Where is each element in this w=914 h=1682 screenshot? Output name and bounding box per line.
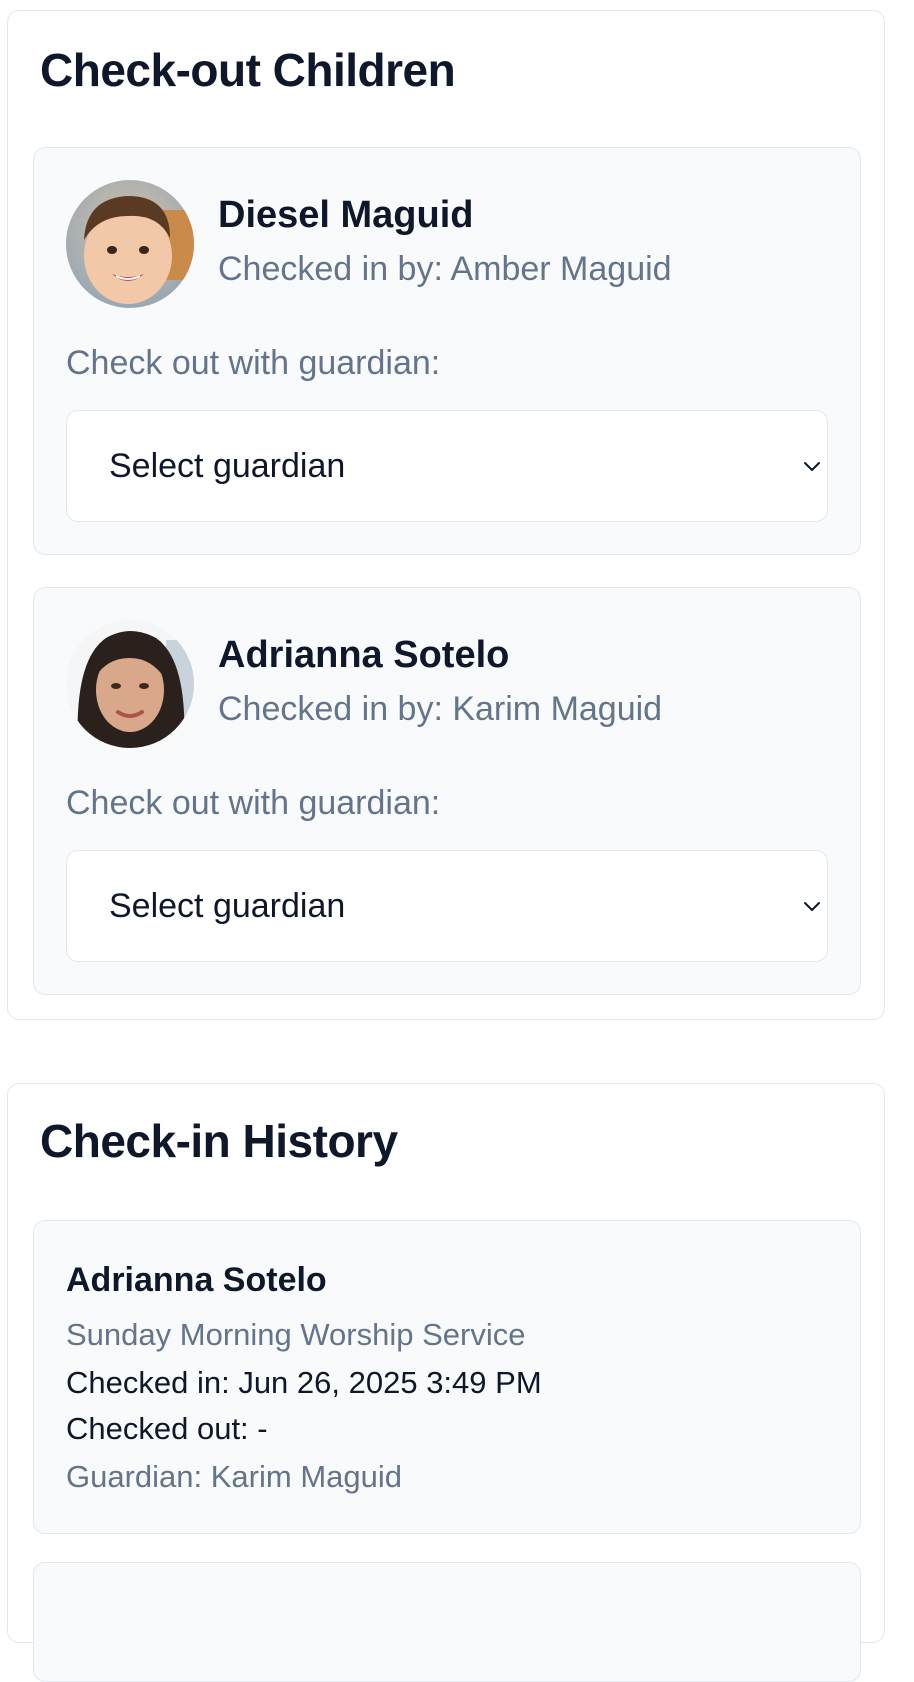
chevron-down-icon	[804, 462, 820, 471]
guardian-select-value: Select guardian	[109, 887, 346, 925]
history-entry	[33, 1562, 861, 1682]
chevron-down-icon	[804, 902, 820, 911]
guardian-select-label: Check out with guardian:	[66, 344, 441, 382]
child-avatar	[66, 620, 194, 748]
checked-in-by-text: Checked in by: Amber Maguid	[218, 250, 672, 288]
history-entry: Adrianna Sotelo Sunday Morning Worship S…	[33, 1220, 861, 1534]
history-checked-in: Checked in: Jun 26, 2025 3:49 PM	[66, 1365, 542, 1400]
child-photo-icon	[66, 620, 194, 748]
checkin-history-section: Check-in History Adrianna Sotelo Sunday …	[7, 1083, 885, 1682]
history-child-name: Adrianna Sotelo	[66, 1261, 327, 1299]
history-title: Check-in History	[40, 1115, 398, 1167]
checkout-title: Check-out Children	[40, 44, 456, 96]
child-card: Diesel Maguid Checked in by: Amber Magui…	[33, 147, 861, 555]
child-avatar	[66, 180, 194, 308]
guardian-select[interactable]: Select guardian	[66, 850, 828, 962]
checked-in-by-text: Checked in by: Karim Maguid	[218, 690, 663, 728]
guardian-select[interactable]: Select guardian	[66, 410, 828, 522]
child-name: Adrianna Sotelo	[218, 634, 510, 676]
history-checked-out: Checked out: -	[66, 1411, 268, 1446]
child-name: Diesel Maguid	[218, 194, 474, 236]
guardian-select-label: Check out with guardian:	[66, 784, 441, 822]
history-guardian: Guardian: Karim Maguid	[66, 1459, 402, 1494]
child-photo-icon	[66, 180, 194, 308]
history-event-name: Sunday Morning Worship Service	[66, 1317, 526, 1352]
child-card: Adrianna Sotelo Checked in by: Karim Mag…	[33, 587, 861, 995]
checkout-children-section: Check-out Children Diesel Maguid Checked…	[7, 10, 885, 1020]
guardian-select-value: Select guardian	[109, 447, 346, 485]
